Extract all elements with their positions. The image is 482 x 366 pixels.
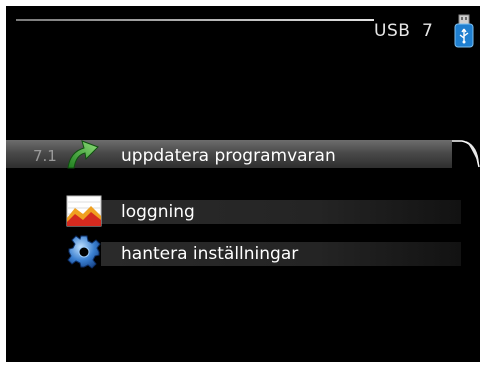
page-curl-decoration — [452, 140, 480, 168]
menu-item-manage-settings[interactable]: hantera inställningar — [6, 235, 480, 269]
display-screen: USB 7 7.1 uppdatera programvaran loggnin… — [6, 6, 480, 362]
menu-item-label: uppdatera programvaran — [121, 146, 336, 166]
menu-item-label: loggning — [121, 202, 195, 222]
usb-stick-icon — [454, 14, 474, 48]
menu-item-logging[interactable]: loggning — [6, 195, 480, 227]
menu-title: USB — [374, 21, 411, 41]
gear-icon — [67, 235, 101, 269]
menu-item-label: hantera inställningar — [121, 244, 299, 264]
menu-item-update-software[interactable]: 7.1 uppdatera programvaran — [6, 140, 480, 169]
update-arrow-icon — [67, 140, 99, 169]
header-divider — [16, 19, 374, 21]
log-chart-icon — [66, 195, 102, 227]
menu-number: 7 — [422, 21, 433, 41]
menu-item-id: 7.1 — [33, 147, 57, 165]
